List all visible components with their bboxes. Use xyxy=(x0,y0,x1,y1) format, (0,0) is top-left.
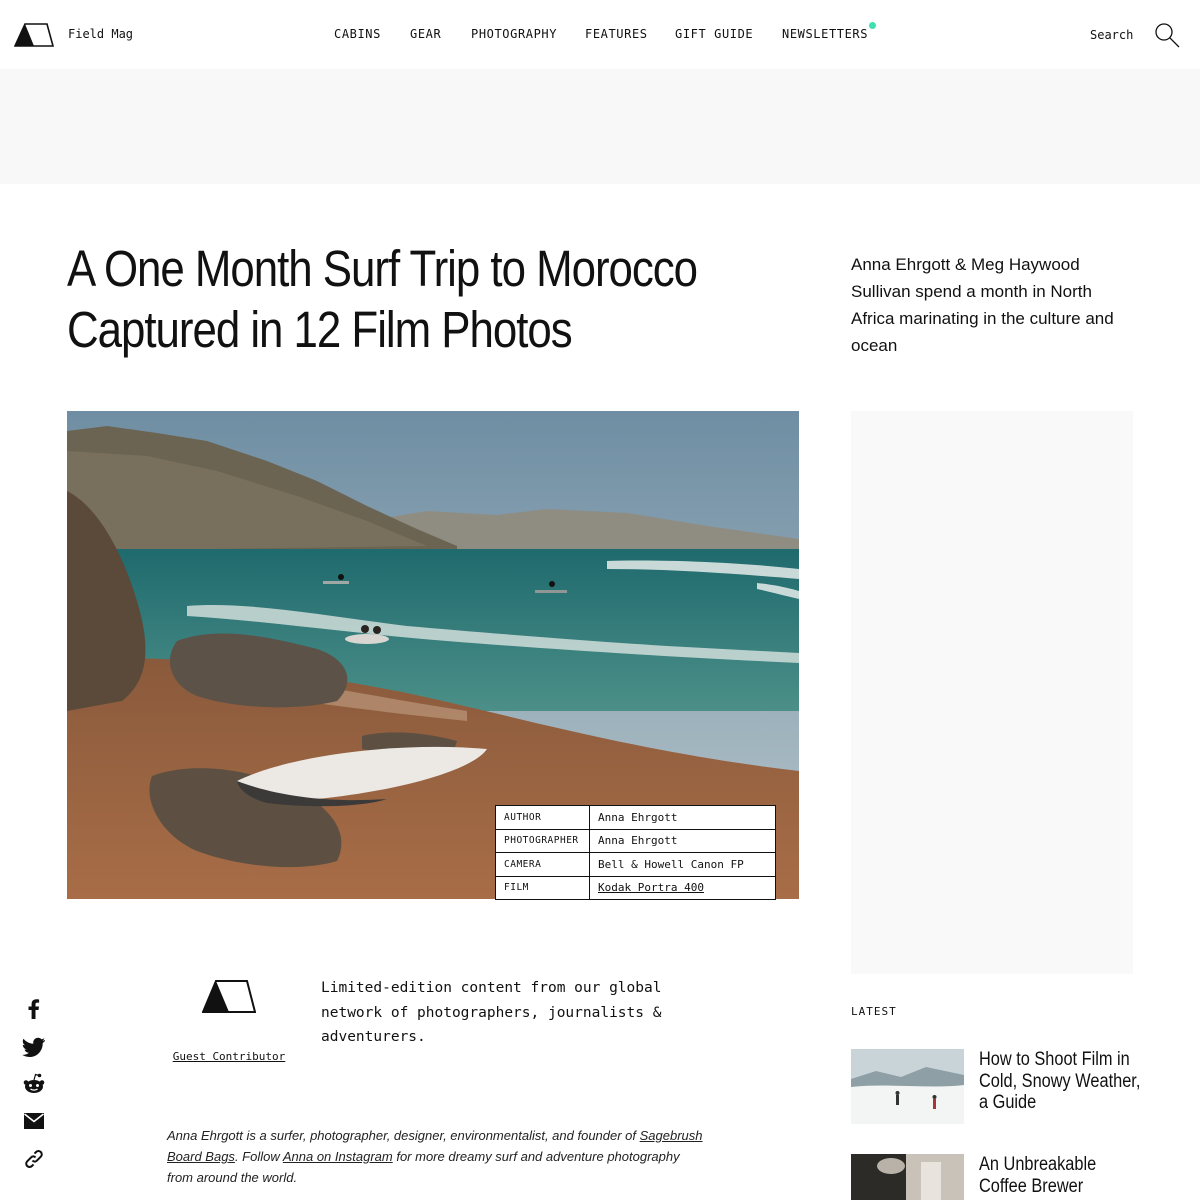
author-bio: Anna Ehrgott is a surfer, photographer, … xyxy=(167,1125,707,1188)
film-link[interactable]: Kodak Portra 400 xyxy=(598,881,704,894)
article-dek: Anna Ehrgott & Meg Haywood Sullivan spen… xyxy=(851,255,1114,355)
credit-value: Anna Ehrgott xyxy=(589,805,776,830)
latest-item[interactable]: An Unbreakable Coffee Brewer xyxy=(851,1154,1141,1200)
newsletter-badge xyxy=(869,22,876,29)
latest-title[interactable]: An Unbreakable Coffee Brewer xyxy=(979,1154,1147,1197)
main-nav: CABINS GEAR PHOTOGRAPHY FEATURES GIFT GU… xyxy=(0,27,1200,43)
article-title: A One Month Surf Trip to Morocco Capture… xyxy=(67,238,807,360)
credit-value-film: Kodak Portra 400 xyxy=(589,875,776,900)
email-icon[interactable] xyxy=(22,1109,46,1133)
photo-credits-table: AUTHOR Anna Ehrgott PHOTOGRAPHER Anna Eh… xyxy=(495,805,776,900)
title-line-1: A One Month Surf Trip to Morocco xyxy=(67,240,698,297)
facebook-icon[interactable] xyxy=(22,997,46,1021)
link-icon[interactable] xyxy=(22,1147,46,1171)
latest-heading: LATEST xyxy=(851,1005,897,1018)
reddit-icon[interactable] xyxy=(22,1072,46,1096)
twitter-icon[interactable] xyxy=(22,1035,46,1059)
instagram-link[interactable]: Anna on Instagram xyxy=(283,1149,393,1164)
credit-row-camera: CAMERA Bell & Howell Canon FP xyxy=(495,852,776,877)
guest-contributor-link[interactable]: Guest Contributor xyxy=(169,1050,289,1063)
credit-key: FILM xyxy=(495,875,590,900)
nav-features[interactable]: FEATURES xyxy=(585,27,648,41)
title-line-2: Captured in 12 Film Photos xyxy=(67,301,573,358)
credit-row-author: AUTHOR Anna Ehrgott xyxy=(495,805,776,830)
credit-key: PHOTOGRAPHER xyxy=(495,828,590,853)
latest-item[interactable]: How to Shoot Film in Cold, Snowy Weather… xyxy=(851,1049,1141,1125)
credit-row-photographer: PHOTOGRAPHER Anna Ehrgott xyxy=(495,828,776,853)
coffee-brewer-thumb xyxy=(851,1154,964,1200)
credit-key: CAMERA xyxy=(495,852,590,877)
search-icon[interactable] xyxy=(1154,22,1180,48)
latest-title[interactable]: How to Shoot Film in Cold, Snowy Weather… xyxy=(979,1049,1147,1114)
bio-text: . Follow xyxy=(234,1149,283,1164)
sidebar-ad xyxy=(851,411,1133,974)
credit-value: Bell & Howell Canon FP xyxy=(589,852,776,877)
site-header: Field Mag CABINS GEAR PHOTOGRAPHY FEATUR… xyxy=(0,0,1200,69)
snowy-mountain-thumb xyxy=(851,1049,964,1124)
latest-thumbnail[interactable] xyxy=(851,1154,964,1200)
nav-cabins[interactable]: CABINS xyxy=(334,27,381,41)
credit-value: Anna Ehrgott xyxy=(589,828,776,853)
nav-gift-guide[interactable]: GIFT GUIDE xyxy=(675,27,753,41)
credit-row-film: FILM Kodak Portra 400 xyxy=(495,875,776,900)
nav-gear[interactable]: GEAR xyxy=(410,27,441,41)
latest-thumbnail[interactable] xyxy=(851,1049,964,1124)
bio-text: Anna Ehrgott is a surfer, photographer, … xyxy=(167,1128,640,1143)
contributor-description: Limited-edition content from our global … xyxy=(321,980,662,1045)
credit-key: AUTHOR xyxy=(495,805,590,830)
contributor-logo-icon xyxy=(202,980,256,1013)
ad-banner xyxy=(0,69,1200,184)
search-label[interactable]: Search xyxy=(1090,28,1133,42)
nav-photography[interactable]: PHOTOGRAPHY xyxy=(471,27,557,41)
nav-newsletters[interactable]: NEWSLETTERS xyxy=(782,27,868,41)
